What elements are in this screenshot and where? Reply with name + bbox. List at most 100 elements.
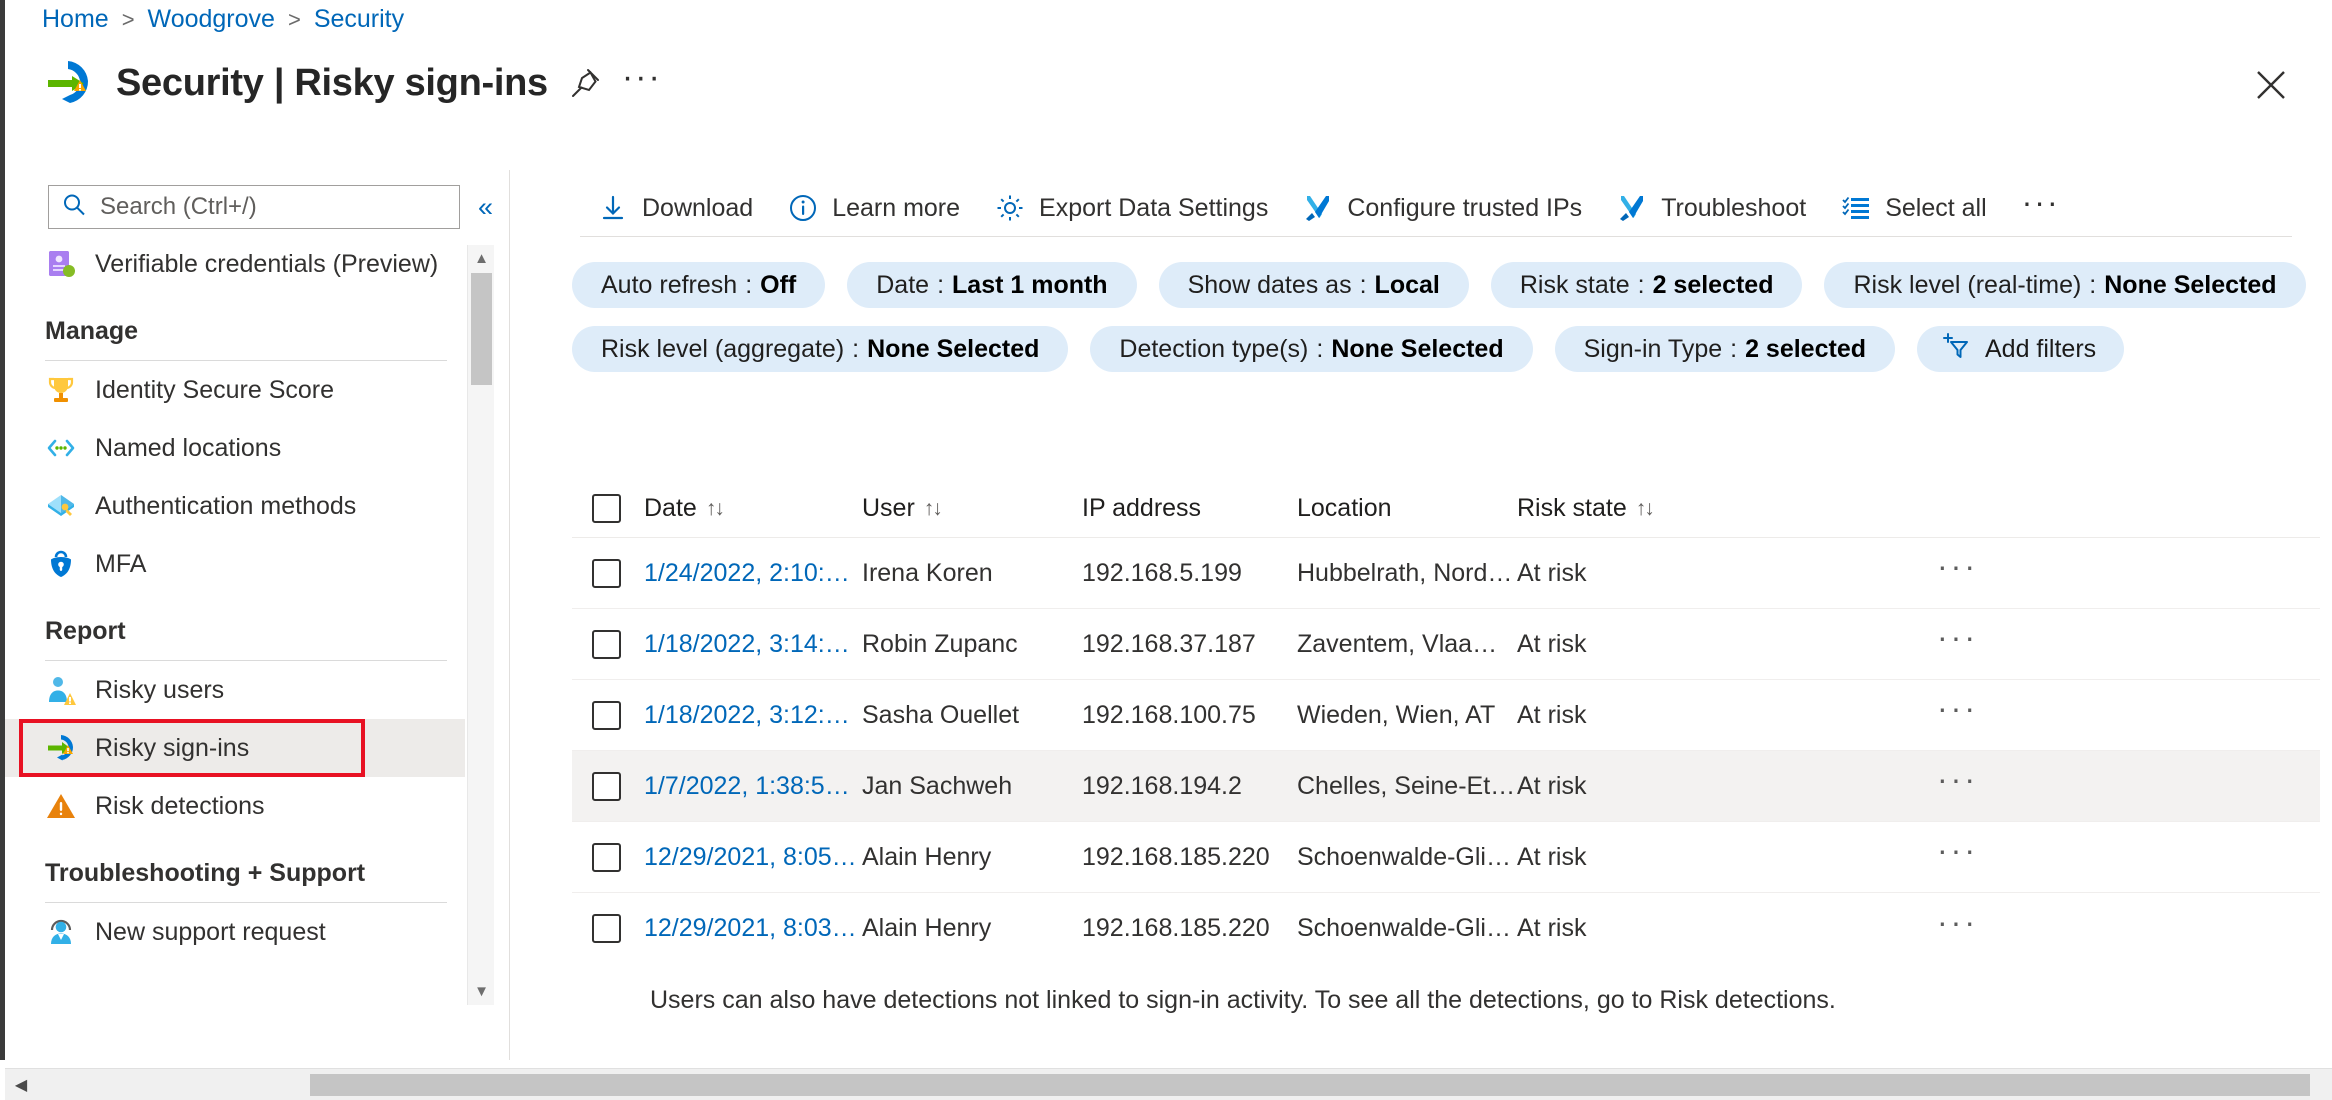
cell-location: Zaventem, Vlaams-Braba... (1297, 629, 1517, 658)
sidebar: « Verifiable credentials (Preview) (5, 170, 510, 1060)
column-label: Risk state (1517, 494, 1627, 522)
sidebar-item-risk-detections[interactable]: Risk detections (5, 777, 465, 835)
sidebar-item-label: Identity Secure Score (95, 375, 335, 404)
pin-icon[interactable] (568, 66, 602, 100)
row-checkbox[interactable] (592, 558, 621, 588)
table-row[interactable]: 1/24/2022, 2:10:38 PM Irena Koren 192.16… (572, 538, 2320, 609)
download-button[interactable]: Download (580, 184, 770, 232)
row-checkbox[interactable] (592, 629, 621, 659)
scroll-down-arrow-icon[interactable]: ▼ (468, 978, 495, 1005)
cell-date[interactable]: 1/24/2022, 2:10:38 PM (644, 559, 862, 588)
filter-pill-auto-refresh[interactable]: Auto refresh : Off (572, 262, 826, 308)
row-checkbox[interactable] (592, 700, 621, 730)
sidebar-item-risky-sign-ins[interactable]: Risky sign-ins (5, 719, 465, 777)
add-filters-button[interactable]: Add filters (1917, 326, 2125, 372)
cell-date[interactable]: 12/29/2021, 8:05:38 PM (644, 843, 862, 872)
column-label: User (862, 494, 915, 522)
row-more-button[interactable]: ··· (1937, 550, 1978, 587)
filter-pill-risk-level-aggregate[interactable]: Risk level (aggregate) : None Selected (572, 326, 1069, 372)
sidebar-item-label: Risk detections (95, 791, 265, 820)
sidebar-item-verifiable-credentials[interactable]: Verifiable credentials (Preview) (5, 235, 465, 293)
sidebar-item-risky-users[interactable]: Risky users (5, 661, 465, 719)
cell-date[interactable]: 1/7/2022, 1:38:51 AM (644, 772, 862, 801)
table-row[interactable]: 12/29/2021, 8:03:31 PM Alain Henry 192.1… (572, 893, 2320, 964)
cell-date[interactable]: 1/18/2022, 3:12:48 PM (644, 701, 862, 730)
select-all-button[interactable]: Select all (1823, 184, 2003, 232)
sidebar-item-label: Named locations (95, 433, 282, 462)
row-select-cell (572, 771, 644, 801)
filter-pill-row: Auto refresh : Off Date : Last 1 month S… (572, 262, 2312, 372)
row-more-button[interactable]: ··· (1937, 763, 1978, 800)
sidebar-item-identity-secure-score[interactable]: Identity Secure Score (5, 361, 465, 419)
search-input[interactable] (98, 192, 447, 222)
sidebar-scrollbar[interactable]: ▲ ▼ (467, 245, 494, 1005)
table-row[interactable]: 1/7/2022, 1:38:51 AM Jan Sachweh 192.168… (572, 751, 2320, 822)
cell-date[interactable]: 12/29/2021, 8:03:31 PM (644, 914, 862, 943)
support-person-icon (45, 916, 77, 948)
column-header-risk-state[interactable]: Risk state ↑↓ (1517, 494, 1757, 523)
breadcrumb-item-home[interactable]: Home (42, 5, 109, 34)
row-checkbox[interactable] (592, 771, 621, 801)
breadcrumb-item-woodgrove[interactable]: Woodgrove (148, 5, 275, 34)
cell-risk-state: At risk (1517, 700, 1587, 729)
tools-icon (1302, 192, 1334, 224)
risky-signins-table: Date ↑↓ User ↑↓ IP address Location Risk… (572, 480, 2320, 1034)
export-data-settings-button[interactable]: Export Data Settings (977, 184, 1285, 232)
troubleshoot-button[interactable]: Troubleshoot (1599, 184, 1823, 232)
row-more-button[interactable]: ··· (1937, 906, 1978, 943)
sort-icon[interactable]: ↑↓ (1636, 497, 1655, 521)
sort-icon[interactable]: ↑↓ (924, 497, 943, 521)
sidebar-item-new-support-request[interactable]: New support request (5, 903, 465, 961)
select-all-checkbox[interactable] (592, 494, 621, 523)
table-row[interactable]: 1/18/2022, 3:12:48 PM Sasha Ouellet 192.… (572, 680, 2320, 751)
filter-separator: : (2089, 270, 2097, 299)
sort-icon[interactable]: ↑↓ (706, 497, 725, 521)
breadcrumb-item-security[interactable]: Security (314, 5, 404, 34)
learn-more-button[interactable]: Learn more (770, 184, 977, 232)
row-more-button[interactable]: ··· (1937, 692, 1978, 729)
filter-pill-show-dates-as[interactable]: Show dates as : Local (1158, 262, 1469, 308)
column-header-user[interactable]: User ↑↓ (862, 494, 1082, 523)
cell-risk-state: At risk (1517, 914, 1587, 942)
header-more-button[interactable]: ··· (622, 60, 662, 95)
filter-separator: : (1359, 270, 1367, 299)
column-header-date[interactable]: Date ↑↓ (644, 494, 862, 523)
toolbar-overflow-button[interactable]: ··· (2004, 186, 2078, 223)
scrollbar-thumb[interactable] (310, 1074, 2310, 1096)
scroll-up-arrow-icon[interactable]: ▲ (468, 245, 495, 272)
collapse-sidebar-button[interactable]: « (478, 193, 493, 221)
filter-key: Risk level (aggregate) (601, 334, 845, 363)
cell-date[interactable]: 1/18/2022, 3:14:24 PM (644, 630, 862, 659)
filter-pill-risk-level-real-time[interactable]: Risk level (real-time) : None Selected (1824, 262, 2306, 308)
row-more-button[interactable]: ··· (1937, 621, 1978, 658)
horizontal-scrollbar[interactable]: ◀ (5, 1068, 2332, 1100)
filter-pill-detection-types[interactable]: Detection type(s) : None Selected (1090, 326, 1533, 372)
column-header-location[interactable]: Location (1297, 494, 1517, 523)
column-header-ip-address[interactable]: IP address (1082, 494, 1297, 523)
command-toolbar: Download Learn more Export Data Settings… (580, 184, 2078, 232)
filter-key: Detection type(s) (1119, 334, 1309, 363)
scrollbar-thumb[interactable] (471, 273, 492, 385)
row-checkbox[interactable] (592, 842, 621, 872)
select-all-header-cell (572, 494, 644, 523)
configure-trusted-ips-button[interactable]: Configure trusted IPs (1285, 184, 1599, 232)
filter-key: Date (876, 270, 930, 299)
table-row[interactable]: 1/18/2022, 3:14:24 PM Robin Zupanc 192.1… (572, 609, 2320, 680)
filter-pill-risk-state[interactable]: Risk state : 2 selected (1490, 262, 1803, 308)
filter-pill-date[interactable]: Date : Last 1 month (847, 262, 1137, 308)
sidebar-item-named-locations[interactable]: Named locations (5, 419, 465, 477)
risky-sign-ins-icon (40, 55, 96, 111)
cell-ip-address: 192.168.185.220 (1082, 842, 1270, 871)
filter-pill-sign-in-type[interactable]: Sign-in Type : 2 selected (1554, 326, 1895, 372)
cell-user: Sasha Ouellet (862, 700, 1020, 729)
scroll-left-arrow-icon[interactable]: ◀ (5, 1069, 37, 1100)
sidebar-item-mfa[interactable]: MFA (5, 535, 465, 593)
sidebar-item-authentication-methods[interactable]: Authentication methods (5, 477, 465, 535)
table-row[interactable]: 12/29/2021, 8:05:38 PM Alain Henry 192.1… (572, 822, 2320, 893)
close-icon[interactable] (2248, 62, 2294, 108)
filter-value: None Selected (1331, 334, 1504, 363)
row-checkbox[interactable] (592, 914, 621, 943)
breadcrumb-separator-icon: > (287, 6, 301, 32)
search-box[interactable] (48, 185, 460, 229)
row-more-button[interactable]: ··· (1937, 834, 1978, 871)
